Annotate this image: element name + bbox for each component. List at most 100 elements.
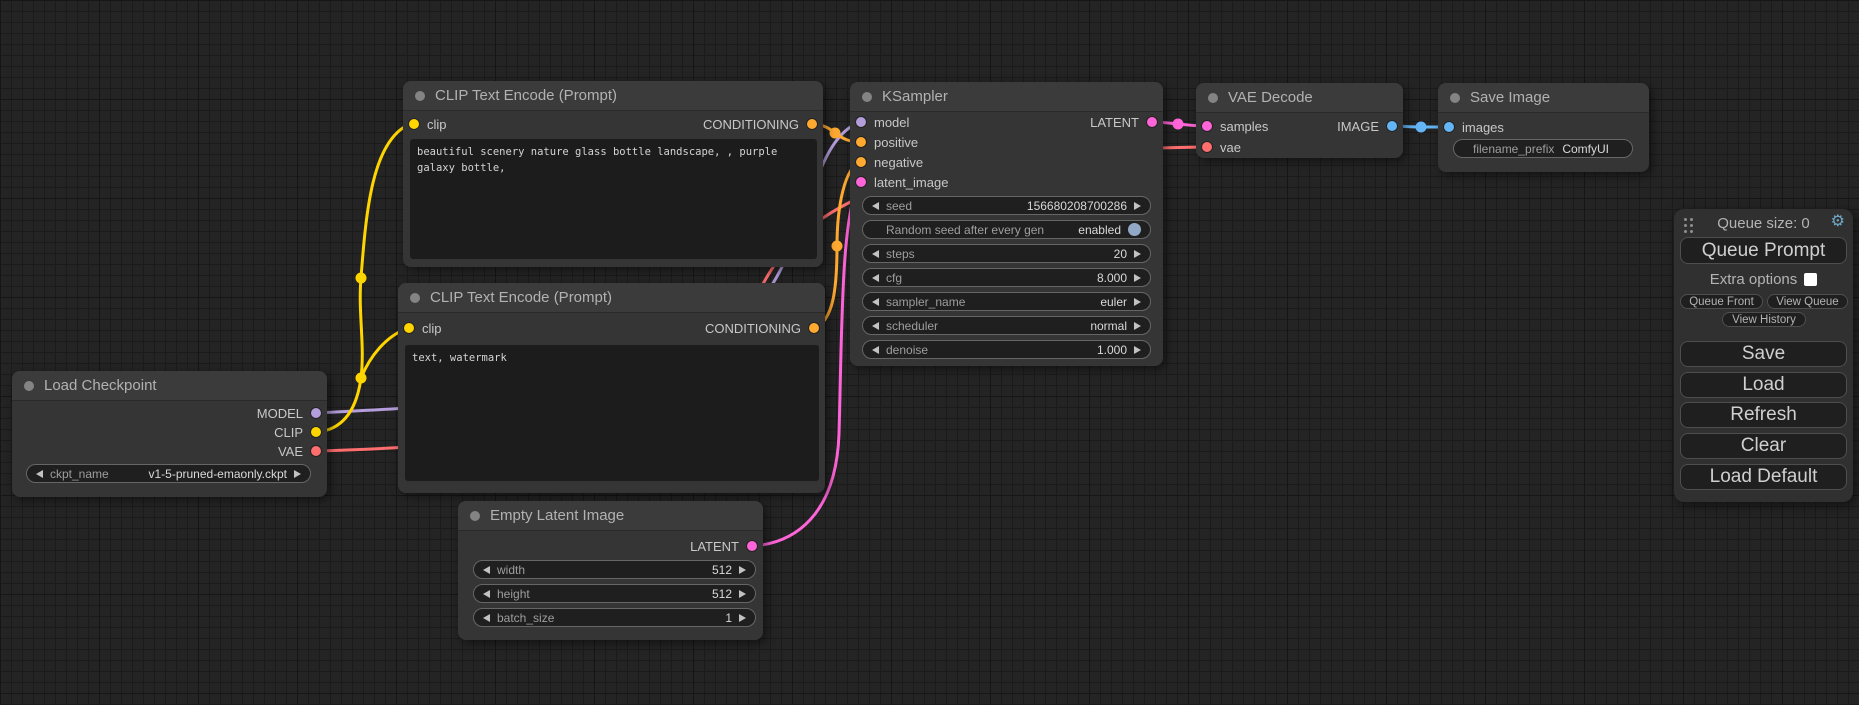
- ckpt-name-combo[interactable]: ckpt_name v1-5-pruned-emaonly.ckpt: [26, 464, 311, 483]
- increment-arrow-icon[interactable]: [739, 614, 746, 622]
- batch-size-stepper[interactable]: batch_size 1: [473, 608, 756, 627]
- node-load-checkpoint[interactable]: Load Checkpoint MODEL CLIP VAE ckpt_name…: [12, 371, 327, 497]
- node-header[interactable]: Load Checkpoint: [12, 371, 327, 401]
- reroute-dot-positive[interactable]: [830, 128, 841, 139]
- port-dot[interactable]: [1444, 122, 1454, 132]
- node-header[interactable]: VAE Decode: [1196, 83, 1403, 113]
- input-port-samples[interactable]: samples: [1202, 119, 1268, 133]
- port-dot[interactable]: [1202, 142, 1212, 152]
- decrement-arrow-icon[interactable]: [872, 322, 879, 330]
- prompt-textarea[interactable]: beautiful scenery nature glass bottle la…: [410, 139, 817, 259]
- decrement-arrow-icon[interactable]: [36, 470, 43, 478]
- collapse-dot-icon[interactable]: [1208, 93, 1218, 103]
- port-dot[interactable]: [856, 117, 866, 127]
- port-dot[interactable]: [1147, 117, 1157, 127]
- node-clip-text-encode-positive[interactable]: CLIP Text Encode (Prompt) clip CONDITION…: [403, 81, 823, 267]
- denoise-stepper[interactable]: denoise 1.000: [862, 340, 1151, 359]
- increment-arrow-icon[interactable]: [1134, 274, 1141, 282]
- reroute-dot-image[interactable]: [1416, 122, 1427, 133]
- collapse-dot-icon[interactable]: [415, 91, 425, 101]
- increment-arrow-icon[interactable]: [1134, 322, 1141, 330]
- increment-arrow-icon[interactable]: [1134, 346, 1141, 354]
- port-dot[interactable]: [809, 323, 819, 333]
- port-dot[interactable]: [807, 119, 817, 129]
- cfg-stepper[interactable]: cfg 8.000: [862, 268, 1151, 287]
- decrement-arrow-icon[interactable]: [872, 346, 879, 354]
- collapse-dot-icon[interactable]: [470, 511, 480, 521]
- node-ksampler[interactable]: KSampler model positive negative latent_…: [850, 82, 1163, 366]
- decrement-arrow-icon[interactable]: [872, 250, 879, 258]
- input-port-model[interactable]: model: [856, 115, 909, 129]
- prompt-textarea[interactable]: text, watermark: [405, 345, 819, 481]
- sampler-name-combo[interactable]: sampler_name euler: [862, 292, 1151, 311]
- port-dot[interactable]: [1202, 121, 1212, 131]
- port-dot[interactable]: [311, 408, 321, 418]
- node-vae-decode[interactable]: VAE Decode samples vae IMAGE: [1196, 83, 1403, 158]
- extra-options-checkbox[interactable]: [1804, 273, 1817, 286]
- output-port-vae[interactable]: VAE: [278, 444, 321, 458]
- port-dot[interactable]: [404, 323, 414, 333]
- queue-front-button[interactable]: Queue Front: [1680, 294, 1763, 309]
- port-dot[interactable]: [747, 541, 757, 551]
- port-dot[interactable]: [856, 137, 866, 147]
- node-header[interactable]: KSampler: [850, 82, 1163, 112]
- decrement-arrow-icon[interactable]: [483, 590, 490, 598]
- input-port-latent-image[interactable]: latent_image: [856, 175, 948, 189]
- reroute-dot-clip-1[interactable]: [356, 373, 367, 384]
- decrement-arrow-icon[interactable]: [483, 614, 490, 622]
- reroute-dot-negative[interactable]: [832, 241, 843, 252]
- output-port-clip[interactable]: CLIP: [274, 425, 321, 439]
- decrement-arrow-icon[interactable]: [872, 202, 879, 210]
- port-dot[interactable]: [856, 177, 866, 187]
- node-clip-text-encode-negative[interactable]: CLIP Text Encode (Prompt) clip CONDITION…: [398, 283, 825, 493]
- scheduler-combo[interactable]: scheduler normal: [862, 316, 1151, 335]
- output-port-conditioning[interactable]: CONDITIONING: [705, 321, 819, 335]
- view-queue-button[interactable]: View Queue: [1767, 294, 1848, 309]
- input-port-negative[interactable]: negative: [856, 155, 923, 169]
- height-stepper[interactable]: height 512: [473, 584, 756, 603]
- decrement-arrow-icon[interactable]: [483, 566, 490, 574]
- input-port-clip[interactable]: clip: [409, 117, 447, 131]
- port-dot[interactable]: [409, 119, 419, 129]
- load-button[interactable]: Load: [1680, 372, 1847, 398]
- width-stepper[interactable]: width 512: [473, 560, 756, 579]
- decrement-arrow-icon[interactable]: [872, 274, 879, 282]
- collapse-dot-icon[interactable]: [1450, 93, 1460, 103]
- increment-arrow-icon[interactable]: [294, 470, 301, 478]
- increment-arrow-icon[interactable]: [1134, 202, 1141, 210]
- random-seed-toggle[interactable]: Random seed after every gen enabled: [862, 220, 1151, 239]
- input-port-clip[interactable]: clip: [404, 321, 442, 335]
- node-header[interactable]: CLIP Text Encode (Prompt): [403, 81, 823, 111]
- output-port-image[interactable]: IMAGE: [1337, 119, 1397, 133]
- input-port-images[interactable]: images: [1444, 120, 1504, 134]
- input-port-positive[interactable]: positive: [856, 135, 918, 149]
- port-dot[interactable]: [856, 157, 866, 167]
- output-port-model[interactable]: MODEL: [257, 406, 321, 420]
- load-default-button[interactable]: Load Default: [1680, 464, 1847, 490]
- increment-arrow-icon[interactable]: [739, 566, 746, 574]
- collapse-dot-icon[interactable]: [24, 381, 34, 391]
- gear-icon[interactable]: ⚙: [1831, 212, 1845, 232]
- reroute-dot-latent[interactable]: [1173, 119, 1184, 130]
- increment-arrow-icon[interactable]: [739, 590, 746, 598]
- input-port-vae[interactable]: vae: [1202, 140, 1241, 154]
- seed-stepper[interactable]: seed 156680208700286: [862, 196, 1151, 215]
- toggle-dot-icon[interactable]: [1128, 223, 1141, 236]
- node-header[interactable]: Save Image: [1438, 83, 1649, 113]
- reroute-dot-clip-2[interactable]: [356, 273, 367, 284]
- clear-button[interactable]: Clear: [1680, 433, 1847, 459]
- collapse-dot-icon[interactable]: [862, 92, 872, 102]
- view-history-button[interactable]: View History: [1722, 312, 1806, 327]
- increment-arrow-icon[interactable]: [1134, 298, 1141, 306]
- steps-stepper[interactable]: steps 20: [862, 244, 1151, 263]
- decrement-arrow-icon[interactable]: [872, 298, 879, 306]
- graph-canvas[interactable]: Load Checkpoint MODEL CLIP VAE ckpt_name…: [0, 0, 1859, 705]
- node-header[interactable]: CLIP Text Encode (Prompt): [398, 283, 825, 313]
- output-port-conditioning[interactable]: CONDITIONING: [703, 117, 817, 131]
- port-dot[interactable]: [1387, 121, 1397, 131]
- node-empty-latent-image[interactable]: Empty Latent Image LATENT width 512 heig…: [458, 501, 763, 640]
- node-header[interactable]: Empty Latent Image: [458, 501, 763, 531]
- increment-arrow-icon[interactable]: [1134, 250, 1141, 258]
- refresh-button[interactable]: Refresh: [1680, 402, 1847, 428]
- node-save-image[interactable]: Save Image images filename_prefix ComfyU…: [1438, 83, 1649, 172]
